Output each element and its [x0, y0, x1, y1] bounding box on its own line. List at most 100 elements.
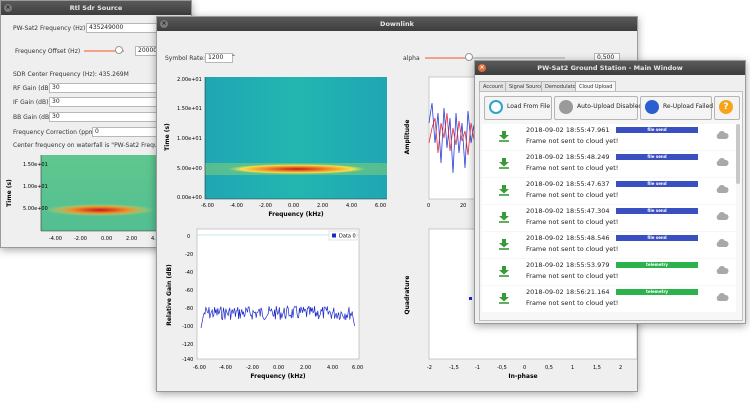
close-icon[interactable]: × — [478, 64, 486, 72]
rtl-sdr-titlebar[interactable]: × Rtl Sdr Source — [1, 1, 191, 15]
frame-status: Frame not sent to cloud yet! — [526, 299, 619, 307]
x-axis-label: Frequency (kHz) — [268, 211, 323, 218]
main-titlebar[interactable]: × PW-Sat2 Ground Station - Main Window — [475, 61, 745, 75]
y-tick: 5.00e+00 — [177, 166, 202, 172]
alpha-slider-knob[interactable] — [465, 53, 473, 61]
download-icon[interactable] — [498, 292, 510, 304]
bb-gain-label: BB Gain (dB): — [13, 114, 54, 121]
cloud-icon — [716, 293, 729, 301]
x-tick: 4.00 — [346, 203, 357, 209]
rf-gain-label: RF Gain (dB): — [13, 85, 53, 92]
if-gain-label: IF Gain (dB): — [13, 99, 51, 106]
x-tick: -6.00 — [201, 203, 214, 209]
y-tick: -40 — [185, 270, 193, 276]
frame-timestamp: 2018-09-02 18:55:53.979 — [526, 261, 610, 269]
y-tick: 0 — [187, 234, 190, 240]
download-icon[interactable] — [498, 184, 510, 196]
x-tick: 4.00 — [327, 365, 338, 371]
x-tick: -6.00 — [193, 365, 206, 371]
scrollbar[interactable] — [736, 124, 740, 184]
frame-type-badge: file send — [616, 154, 698, 160]
rtl-waterfall-chart: 1.50e+01 1.00e+01 5.00e+00 -4.00 -2.00 0… — [6, 155, 161, 242]
list-item[interactable]: 2018-09-02 18:55:47.304 Frame not sent to… — [482, 205, 736, 231]
download-icon[interactable] — [498, 211, 510, 223]
upload-icon — [645, 100, 659, 114]
frame-list: 2018-09-02 18:55:47.961 Frame not sent to… — [482, 124, 736, 318]
y-tick: 5.00e+00 — [23, 206, 48, 212]
y-tick: 1.00e+01 — [23, 184, 48, 190]
alpha-slider[interactable] — [425, 57, 565, 59]
frame-type-badge: file send — [616, 208, 698, 214]
y-tick: -120 — [182, 342, 193, 348]
offset-slider-knob[interactable] — [115, 46, 123, 54]
reupload-failed-label: Re-Upload Failed — [663, 103, 714, 110]
help-button[interactable]: ? — [714, 96, 740, 120]
frame-timestamp: 2018-09-02 18:56:21.164 — [526, 288, 610, 296]
close-icon[interactable]: × — [4, 4, 12, 12]
y-tick: -60 — [185, 288, 193, 294]
x-tick: 2.00 — [300, 365, 311, 371]
x-tick: 20 — [460, 203, 466, 209]
auto-upload-button[interactable]: Auto-Upload Disabled — [554, 96, 642, 120]
x-tick: -4.00 — [49, 236, 62, 242]
frame-type-badge: file send — [616, 235, 698, 241]
load-from-file-button[interactable]: Load From File — [484, 96, 552, 120]
x-tick: 0.00 — [288, 203, 299, 209]
x-tick: 2.00 — [126, 236, 137, 242]
refresh-icon — [489, 100, 503, 114]
x-tick: -4.00 — [230, 203, 243, 209]
x-tick: 0.00 — [273, 365, 284, 371]
y-tick: -80 — [185, 306, 193, 312]
help-icon: ? — [719, 100, 733, 114]
cloud-icon — [716, 212, 729, 220]
list-item[interactable]: 2018-09-02 18:55:47.961 Frame not sent to… — [482, 124, 736, 150]
download-icon[interactable] — [498, 157, 510, 169]
download-icon[interactable] — [498, 238, 510, 250]
frame-status: Frame not sent to cloud yet! — [526, 245, 619, 253]
x-tick: -2.00 — [74, 236, 87, 242]
list-item[interactable]: 2018-09-02 18:55:53.979 Frame not sent to… — [482, 259, 736, 285]
frame-type-badge: file send — [616, 181, 698, 187]
amplitude-chart: 0 20 Amplitude — [404, 76, 479, 209]
download-icon[interactable] — [498, 265, 510, 277]
upload-icon — [559, 100, 573, 114]
list-item[interactable]: 2018-09-02 18:55:48.249 Frame not sent to… — [482, 151, 736, 177]
list-item[interactable]: 2018-09-02 18:55:47.637 Frame not sent to… — [482, 178, 736, 204]
tab-bar: Account Signal Source Demodulator Cloud … — [479, 81, 741, 92]
x-tick: 6.00 — [375, 203, 386, 209]
list-item[interactable]: 2018-09-02 18:55:48.546 Frame not sent to… — [482, 232, 736, 258]
downlink-titlebar[interactable]: × Downlink — [157, 17, 637, 31]
list-item[interactable]: 2018-09-02 18:56:21.164 Frame not sent to… — [482, 286, 736, 312]
frame-timestamp: 2018-09-02 18:55:48.249 — [526, 153, 610, 161]
cloud-icon — [716, 266, 729, 274]
y-axis-label: Quadrature — [404, 276, 411, 315]
window-title: Rtl Sdr Source — [69, 4, 123, 12]
x-tick: 2.00 — [317, 203, 328, 209]
frame-status: Frame not sent to cloud yet! — [526, 272, 619, 280]
main-window: × PW-Sat2 Ground Station - Main Window A… — [474, 60, 746, 324]
y-tick: -20 — [185, 252, 193, 258]
downlink-waterfall-chart: 2.00e+01 1.50e+01 1.00e+01 5.00e+00 0.00… — [164, 77, 387, 218]
chevron-down-icon[interactable]: ⌃ — [231, 54, 236, 61]
cloud-upload-panel: Load From File Auto-Upload Disabled Re-U… — [479, 91, 743, 321]
x-tick: -1,5 — [449, 365, 459, 371]
frame-timestamp: 2018-09-02 18:55:47.637 — [526, 180, 610, 188]
reupload-failed-button[interactable]: Re-Upload Failed — [640, 96, 714, 120]
download-icon[interactable] — [498, 130, 510, 142]
symbol-rate-label: Symbol Rate: — [165, 55, 206, 62]
center-freq-label: SDR Center Frequency (Hz): 435.269M — [13, 71, 129, 78]
x-tick: -2 — [427, 365, 432, 371]
x-tick: -1 — [475, 365, 480, 371]
x-axis-label: In-phase — [508, 373, 537, 380]
x-tick: 2 — [619, 365, 622, 371]
frame-status: Frame not sent to cloud yet! — [526, 218, 619, 226]
y-axis-label: Relative Gain (dB) — [166, 264, 173, 326]
frame-status: Frame not sent to cloud yet! — [526, 137, 619, 145]
symbol-rate-select[interactable]: 1200 — [205, 53, 233, 63]
y-tick: 1.00e+01 — [177, 136, 202, 142]
offset-label: Frequency Offset (Hz) — [15, 48, 81, 55]
freq-label: PW-Sat2 Frequency (Hz): — [13, 25, 88, 32]
waterfall-note: Center frequency on waterfall is "PW-Sat… — [13, 142, 173, 149]
close-icon[interactable]: × — [160, 20, 168, 28]
load-from-file-label: Load From File — [507, 103, 551, 110]
